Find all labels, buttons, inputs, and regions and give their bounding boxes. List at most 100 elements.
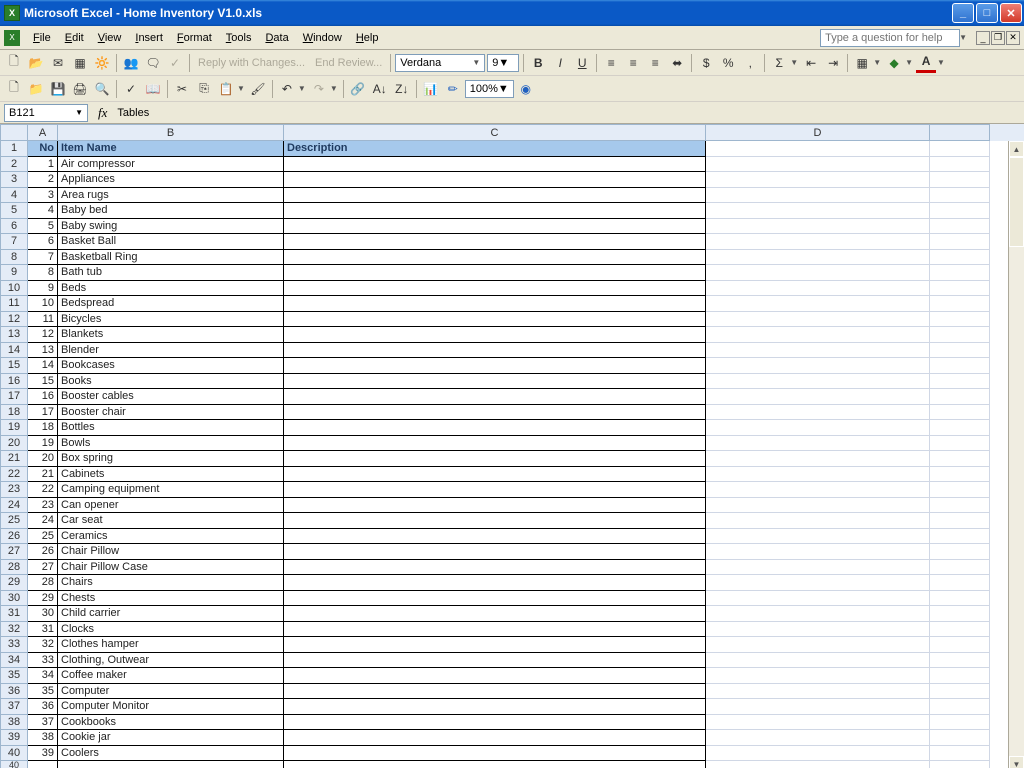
cell[interactable] bbox=[706, 327, 930, 343]
format-painter-icon[interactable]: 🖌 bbox=[248, 79, 268, 99]
cell[interactable]: 24 bbox=[28, 513, 58, 529]
cell[interactable]: Beds bbox=[58, 281, 284, 297]
font-size-combo[interactable]: 9 ▼ bbox=[487, 54, 519, 72]
help-dropdown-icon[interactable]: ▼ bbox=[958, 33, 968, 42]
cell[interactable] bbox=[284, 203, 706, 219]
row-header[interactable]: 10 bbox=[0, 281, 28, 297]
cell[interactable] bbox=[706, 203, 930, 219]
cell[interactable]: Bookcases bbox=[58, 358, 284, 374]
cell[interactable]: 1 bbox=[28, 157, 58, 173]
cell[interactable] bbox=[284, 684, 706, 700]
cell[interactable] bbox=[284, 420, 706, 436]
sort-asc-icon[interactable]: A↓ bbox=[370, 79, 390, 99]
cell[interactable] bbox=[930, 699, 990, 715]
cell[interactable] bbox=[930, 684, 990, 700]
cell[interactable] bbox=[706, 653, 930, 669]
cell[interactable]: Chests bbox=[58, 591, 284, 607]
cell[interactable] bbox=[284, 498, 706, 514]
row-header[interactable]: 17 bbox=[0, 389, 28, 405]
cell[interactable] bbox=[930, 203, 990, 219]
cell[interactable] bbox=[930, 668, 990, 684]
cell[interactable] bbox=[284, 746, 706, 762]
cell[interactable]: 17 bbox=[28, 405, 58, 421]
scroll-thumb[interactable] bbox=[1009, 157, 1024, 247]
cell[interactable] bbox=[930, 482, 990, 498]
cell[interactable]: 29 bbox=[28, 591, 58, 607]
reply-changes-label[interactable]: Reply with Changes... bbox=[194, 57, 309, 69]
chevron-down-icon[interactable]: ▼ bbox=[236, 84, 246, 93]
cell[interactable] bbox=[930, 389, 990, 405]
cell[interactable]: Cabinets bbox=[58, 467, 284, 483]
cell[interactable] bbox=[284, 622, 706, 638]
cell[interactable]: 5 bbox=[28, 219, 58, 235]
align-left-icon[interactable]: ≡ bbox=[601, 53, 621, 73]
row-header[interactable]: 2 bbox=[0, 157, 28, 173]
row-header[interactable]: 11 bbox=[0, 296, 28, 312]
cell[interactable] bbox=[706, 219, 930, 235]
cell[interactable]: Cookbooks bbox=[58, 715, 284, 731]
sort-desc-icon[interactable]: Z↓ bbox=[392, 79, 412, 99]
cell[interactable] bbox=[284, 668, 706, 684]
cell[interactable]: Item Name bbox=[58, 141, 284, 157]
cell[interactable]: 21 bbox=[28, 467, 58, 483]
new-icon[interactable]: 🗋 bbox=[4, 79, 24, 99]
row-header[interactable]: 32 bbox=[0, 622, 28, 638]
column-header-D[interactable]: D bbox=[706, 124, 930, 141]
cell[interactable] bbox=[930, 575, 990, 591]
cell[interactable] bbox=[284, 234, 706, 250]
chevron-down-icon[interactable]: ▼ bbox=[872, 58, 882, 67]
cell[interactable]: Chair Pillow Case bbox=[58, 560, 284, 576]
cell[interactable] bbox=[284, 250, 706, 266]
cell[interactable]: Can opener bbox=[58, 498, 284, 514]
row-header[interactable]: 40 bbox=[0, 761, 28, 768]
research-icon[interactable]: 📖 bbox=[143, 79, 163, 99]
row-header[interactable]: 31 bbox=[0, 606, 28, 622]
cell[interactable]: 30 bbox=[28, 606, 58, 622]
cell[interactable] bbox=[706, 172, 930, 188]
cell[interactable]: 3 bbox=[28, 188, 58, 204]
cell[interactable]: Baby swing bbox=[58, 219, 284, 235]
cell[interactable] bbox=[930, 730, 990, 746]
cell[interactable]: Box spring bbox=[58, 451, 284, 467]
cell[interactable]: Baby bed bbox=[58, 203, 284, 219]
row-header[interactable]: 21 bbox=[0, 451, 28, 467]
cell[interactable] bbox=[284, 575, 706, 591]
menu-window[interactable]: Window bbox=[296, 30, 349, 46]
cell[interactable] bbox=[284, 529, 706, 545]
cell[interactable]: Blankets bbox=[58, 327, 284, 343]
cell[interactable]: Description bbox=[284, 141, 706, 157]
cell[interactable] bbox=[706, 513, 930, 529]
cell[interactable]: 38 bbox=[28, 730, 58, 746]
cell[interactable] bbox=[284, 358, 706, 374]
scroll-down-button[interactable]: ▼ bbox=[1009, 756, 1024, 768]
cell[interactable] bbox=[706, 281, 930, 297]
cell[interactable] bbox=[706, 715, 930, 731]
drawing-icon[interactable]: ✏ bbox=[443, 79, 463, 99]
cell[interactable]: 36 bbox=[28, 699, 58, 715]
row-header[interactable]: 28 bbox=[0, 560, 28, 576]
cell[interactable]: 26 bbox=[28, 544, 58, 560]
menu-edit[interactable]: Edit bbox=[58, 30, 91, 46]
row-header[interactable]: 37 bbox=[0, 699, 28, 715]
row-header[interactable]: 16 bbox=[0, 374, 28, 390]
print-icon[interactable]: 🖨 bbox=[70, 79, 90, 99]
cell[interactable] bbox=[930, 653, 990, 669]
cell[interactable] bbox=[284, 172, 706, 188]
open-icon[interactable]: 📂 bbox=[26, 53, 46, 73]
cell[interactable]: 13 bbox=[28, 343, 58, 359]
end-review-label[interactable]: End Review... bbox=[311, 57, 386, 69]
cell[interactable] bbox=[284, 637, 706, 653]
window-minimize-button[interactable]: _ bbox=[952, 3, 974, 23]
cell[interactable] bbox=[284, 327, 706, 343]
cell[interactable]: 6 bbox=[28, 234, 58, 250]
borders-icon[interactable]: ▦ bbox=[852, 53, 872, 73]
cell[interactable]: Books bbox=[58, 374, 284, 390]
cell[interactable]: Air compressor bbox=[58, 157, 284, 173]
row-header[interactable]: 26 bbox=[0, 529, 28, 545]
cell[interactable] bbox=[706, 467, 930, 483]
cell[interactable] bbox=[706, 234, 930, 250]
underline-icon[interactable]: U bbox=[572, 53, 592, 73]
cell[interactable]: Clocks bbox=[58, 622, 284, 638]
row-header[interactable]: 29 bbox=[0, 575, 28, 591]
cell[interactable] bbox=[706, 606, 930, 622]
